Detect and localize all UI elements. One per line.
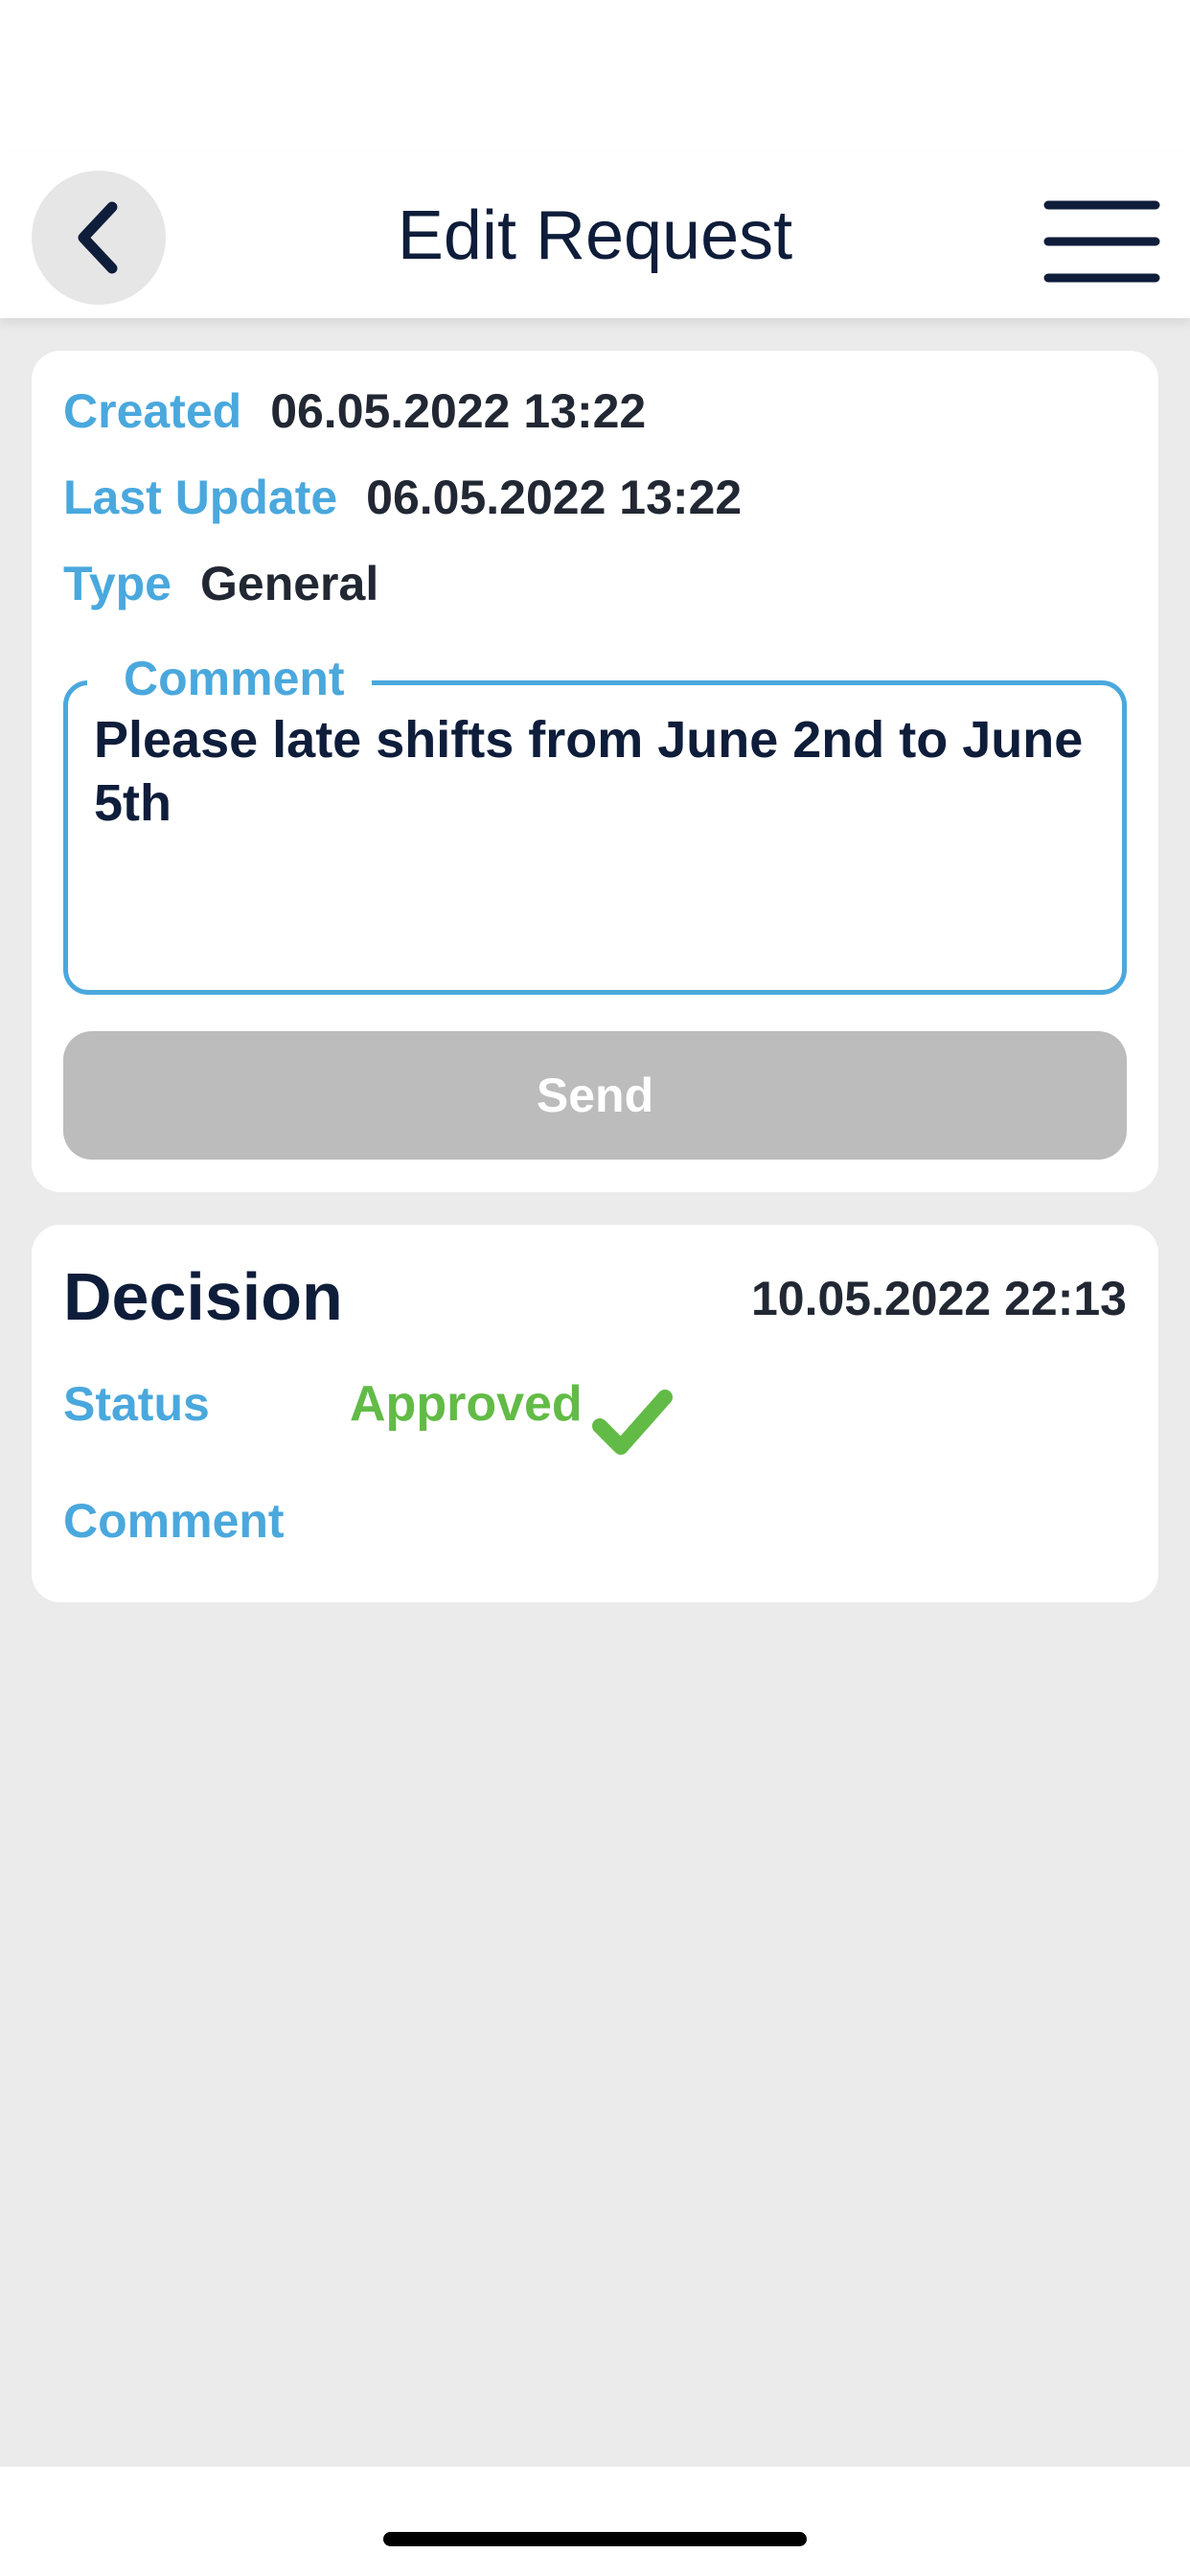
last-update-value: 06.05.2022 13:22 bbox=[366, 471, 743, 524]
comment-input[interactable]: Please late shifts from June 2nd to June… bbox=[94, 708, 1100, 835]
last-update-label: Last Update bbox=[63, 471, 338, 524]
decision-card: Decision 10.05.2022 22:13 Status Approve… bbox=[32, 1225, 1158, 1602]
send-button[interactable]: Send bbox=[63, 1031, 1127, 1160]
type-value: General bbox=[200, 557, 379, 610]
chevron-left-icon bbox=[78, 201, 118, 274]
type-row: Type General bbox=[63, 550, 378, 617]
home-indicator[interactable] bbox=[383, 2532, 807, 2546]
decision-comment-label: Comment bbox=[63, 1494, 285, 1548]
status-label: Status bbox=[63, 1377, 210, 1431]
status-badge: Approved bbox=[350, 1376, 583, 1432]
comment-field-label: Comment bbox=[87, 645, 372, 712]
checkmark-icon bbox=[592, 1390, 673, 1455]
decision-date: 10.05.2022 22:13 bbox=[750, 1272, 1127, 1325]
type-label: Type bbox=[63, 557, 172, 610]
hamburger-menu-icon bbox=[1043, 200, 1160, 283]
last-update-row: Last Update 06.05.2022 13:22 bbox=[63, 464, 742, 531]
page-title: Edit Request bbox=[397, 197, 793, 274]
back-button[interactable] bbox=[32, 171, 166, 305]
created-value: 06.05.2022 13:22 bbox=[270, 384, 647, 438]
bottom-bar bbox=[0, 2467, 1190, 2576]
status-bar bbox=[0, 0, 1190, 153]
decision-title: Decision bbox=[63, 1259, 343, 1334]
app-header: Edit Request bbox=[0, 153, 1190, 318]
created-label: Created bbox=[63, 384, 242, 438]
comment-field[interactable]: Comment Please late shifts from June 2nd… bbox=[63, 645, 1127, 995]
menu-button[interactable] bbox=[1042, 196, 1161, 288]
request-card: Created 06.05.2022 13:22 Last Update 06.… bbox=[32, 351, 1158, 1192]
created-row: Created 06.05.2022 13:22 bbox=[63, 378, 646, 445]
